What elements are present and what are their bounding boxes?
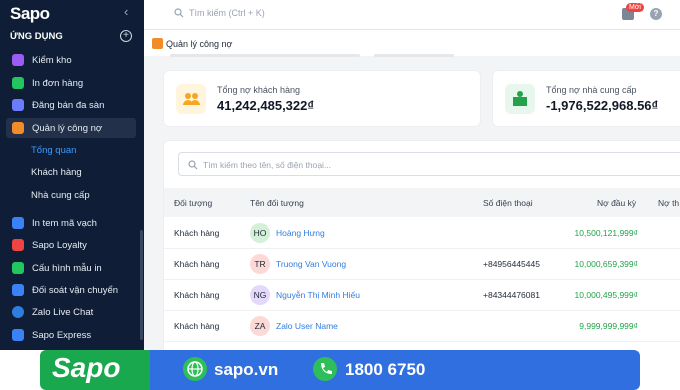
sidebar-item-label: Kiểm kho xyxy=(32,54,72,66)
row-opening-debt: 10,500,121,999₫ xyxy=(574,228,638,238)
loyalty-icon xyxy=(12,239,24,251)
column-header-name: Tên đối tượng xyxy=(250,198,304,208)
tab-placeholder xyxy=(374,54,454,57)
sidebar-item-label: In đơn hàng xyxy=(32,77,84,89)
row-opening-debt: 10,000,659,399₫ xyxy=(574,259,638,269)
row-name-link[interactable]: Truong Van Vuong xyxy=(276,259,346,269)
table-row[interactable]: Khách hàng NG Nguyễn Thị Minh Hiếu +8434… xyxy=(164,280,680,311)
supplier-debt-label: Tổng nợ nhà cung cấp xyxy=(546,85,637,95)
barcode-icon xyxy=(12,217,24,229)
sidebar-item-print-order[interactable]: In đơn hàng xyxy=(6,73,136,93)
avatar: HO xyxy=(250,223,270,243)
sidebar-item-zalo[interactable]: Zalo Live Chat xyxy=(6,302,136,322)
row-phone: +84956445445 xyxy=(483,259,540,269)
table-header: Đối tượng Tên đối tượng Số điện thoại Nợ… xyxy=(164,188,680,217)
column-header-phone: Số điện thoại xyxy=(483,198,533,208)
sidebar-item-label: Sapo Loyalty xyxy=(32,239,87,251)
tab-bar: Quản lý công nợ xyxy=(144,30,680,56)
table-row[interactable]: Khách hàng TR Truong Van Vuong +84956445… xyxy=(164,249,680,280)
global-search-input[interactable]: Tìm kiếm (Ctrl + K) xyxy=(189,8,265,18)
sidebar-item-shipping[interactable]: Đối soát vận chuyển xyxy=(6,280,136,300)
row-opening-debt: 9,999,999,999₫ xyxy=(579,321,638,331)
table-search-input[interactable]: Tìm kiếm theo tên, số điện thoại... xyxy=(178,152,680,176)
new-badge: Mới xyxy=(626,3,644,12)
customer-debt-card: Tổng nợ khách hàng 41,242,485,322₫ xyxy=(163,70,481,127)
avatar: TR xyxy=(250,254,270,274)
row-type: Khách hàng xyxy=(174,259,220,269)
add-app-icon[interactable]: + xyxy=(120,30,132,42)
sidebar-item-label: In tem mã vạch xyxy=(32,217,97,229)
search-icon xyxy=(188,160,198,170)
row-type: Khách hàng xyxy=(174,228,220,238)
sidebar-subitem-overview[interactable]: Tổng quan xyxy=(31,145,76,156)
avatar: ZA xyxy=(250,316,270,336)
multichannel-icon xyxy=(12,99,24,111)
sidebar-item-label: Đăng bán đa sàn xyxy=(32,99,105,111)
sidebar-item-inventory-check[interactable]: Kiểm kho xyxy=(6,50,136,70)
debt-tab-icon xyxy=(152,38,163,49)
banner-website[interactable]: sapo.vn xyxy=(214,360,278,380)
print-order-icon xyxy=(12,77,24,89)
sidebar-subitem-suppliers[interactable]: Nhà cung cấp xyxy=(31,190,90,201)
sidebar: Sapo ‹ ỨNG DỤNG + Kiểm kho In đơn hàng Đ… xyxy=(0,0,144,390)
shipping-icon xyxy=(12,284,24,296)
globe-icon xyxy=(183,357,207,381)
sidebar-item-barcode[interactable]: In tem mã vạch xyxy=(6,213,136,233)
column-header-type: Đối tượng xyxy=(174,198,213,208)
collapse-sidebar-icon[interactable]: ‹ xyxy=(124,4,128,19)
row-name-link[interactable]: Zalo User Name xyxy=(276,321,338,331)
row-name-link[interactable]: Hoàng Hưng xyxy=(276,228,325,238)
table-row[interactable]: Khách hàng ZA Zalo User Name 9,999,999,9… xyxy=(164,311,680,342)
customer-debt-value: 41,242,485,322₫ xyxy=(217,98,315,113)
sidebar-item-label: Quản lý công nợ xyxy=(32,122,103,134)
print-template-icon xyxy=(12,262,24,274)
tab-placeholder xyxy=(170,54,360,57)
search-icon xyxy=(174,8,184,18)
avatar: NG xyxy=(250,285,270,305)
row-type: Khách hàng xyxy=(174,290,220,300)
zalo-icon xyxy=(12,306,24,318)
row-opening-debt: 10,000,495,999₫ xyxy=(574,290,638,300)
section-title-apps: ỨNG DỤNG xyxy=(10,31,63,42)
sidebar-item-label: Cấu hình mẫu in xyxy=(32,262,102,274)
sidebar-item-label: Sapo Express xyxy=(32,329,92,341)
sapo-logo[interactable]: Sapo xyxy=(10,4,50,24)
sidebar-item-label: Đối soát vận chuyển xyxy=(32,284,119,296)
sidebar-item-debt-management[interactable]: Quản lý công nợ xyxy=(6,118,136,138)
tab-debt-management[interactable]: Quản lý công nợ xyxy=(166,39,232,49)
supplier-icon xyxy=(505,84,535,114)
column-header-opening-debt: Nợ đầu kỳ xyxy=(597,198,637,208)
debt-icon xyxy=(12,122,24,134)
column-header-next-debt: Nợ th xyxy=(658,198,680,208)
express-icon xyxy=(12,329,24,341)
table-row[interactable]: Khách hàng HO Hoàng Hưng 10,500,121,999₫ xyxy=(164,218,680,249)
supplier-debt-card: Tổng nợ nhà cung cấp -1,976,522,968.56₫ xyxy=(492,70,680,127)
sidebar-item-multichannel[interactable]: Đăng bán đa sàn xyxy=(6,95,136,115)
banner-phone[interactable]: 1800 6750 xyxy=(345,360,425,380)
sidebar-scrollbar[interactable] xyxy=(140,230,143,340)
phone-icon xyxy=(313,357,337,381)
inventory-icon xyxy=(12,54,24,66)
row-name-link[interactable]: Nguyễn Thị Minh Hiếu xyxy=(276,290,360,300)
sidebar-item-label: Zalo Live Chat xyxy=(32,306,94,318)
row-phone: +84344476081 xyxy=(483,290,540,300)
sidebar-subitem-customers[interactable]: Khách hàng xyxy=(31,167,82,178)
sidebar-item-express[interactable]: Sapo Express xyxy=(6,325,136,345)
supplier-debt-value: -1,976,522,968.56₫ xyxy=(546,98,659,113)
banner-sapo-logo: Sapo xyxy=(52,352,121,383)
row-type: Khách hàng xyxy=(174,321,220,331)
table-search-placeholder: Tìm kiếm theo tên, số điện thoại... xyxy=(203,160,332,170)
top-bar: Tìm kiếm (Ctrl + K) Mới ? xyxy=(144,0,680,30)
customers-icon xyxy=(176,84,206,114)
customer-debt-label: Tổng nợ khách hàng xyxy=(217,85,300,95)
help-icon[interactable]: ? xyxy=(650,8,662,20)
sidebar-item-print-template[interactable]: Cấu hình mẫu in xyxy=(6,258,136,278)
sidebar-item-loyalty[interactable]: Sapo Loyalty xyxy=(6,235,136,255)
